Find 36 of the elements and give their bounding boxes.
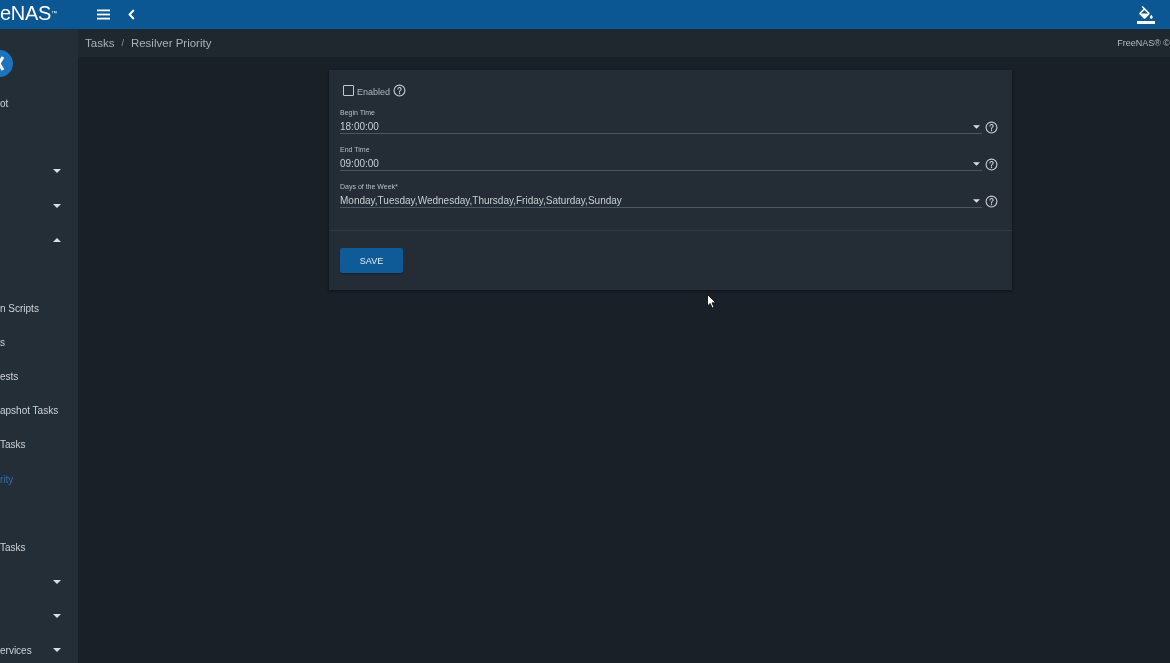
breadcrumb-separator: /	[121, 38, 124, 48]
mouse-cursor-icon	[707, 294, 717, 309]
sidebar-item[interactable]: ervices	[0, 644, 32, 656]
select-field[interactable]: 09:00:00	[340, 158, 982, 171]
caret-icon[interactable]	[973, 162, 980, 166]
caret-icon[interactable]	[53, 579, 61, 584]
chevron-left-icon[interactable]	[128, 9, 135, 20]
caret-icon[interactable]	[973, 125, 980, 129]
caret-icon[interactable]	[53, 237, 61, 242]
menu-icon[interactable]	[97, 9, 110, 20]
help-icon[interactable]	[985, 195, 998, 208]
sidebar-item[interactable]: n Scripts	[0, 302, 39, 314]
breadcrumb-current-page: Resilver Priority	[130, 37, 212, 49]
caret-icon[interactable]	[973, 199, 980, 203]
sidebar-item[interactable]: apshot Tasks	[0, 405, 59, 417]
caret-icon[interactable]	[53, 648, 61, 653]
sidebar-item[interactable]: ests	[0, 371, 19, 383]
sidebar-item[interactable]: Tasks	[0, 542, 26, 554]
caret-icon[interactable]	[53, 613, 61, 618]
select-field[interactable]: Monday,Tuesday,Wednesday,Thursday,Friday,Saturday,Sunday	[340, 195, 982, 208]
enabled-checkbox[interactable]	[343, 85, 354, 96]
select-field[interactable]: 18:00:00	[340, 121, 982, 134]
paint-bucket-icon[interactable]	[1137, 5, 1155, 24]
copyright-text: FreeNAS® ©	[1117, 38, 1170, 48]
save-button[interactable]: SAVE	[340, 248, 403, 273]
help-icon[interactable]	[985, 158, 998, 171]
checkbox-label: Enabled	[357, 87, 391, 97]
help-icon[interactable]	[985, 121, 998, 134]
help-icon[interactable]	[393, 84, 407, 97]
logo-text: eNAS$^{™}$	[0, 1, 57, 24]
sidebar-item[interactable]: s	[0, 336, 5, 348]
caret-icon[interactable]	[53, 203, 61, 208]
breadcrumb-link[interactable]: Tasks	[85, 37, 115, 49]
sidebar-item[interactable]: Tasks	[0, 439, 26, 451]
user-name: ot	[0, 97, 9, 109]
caret-icon[interactable]	[53, 169, 61, 174]
